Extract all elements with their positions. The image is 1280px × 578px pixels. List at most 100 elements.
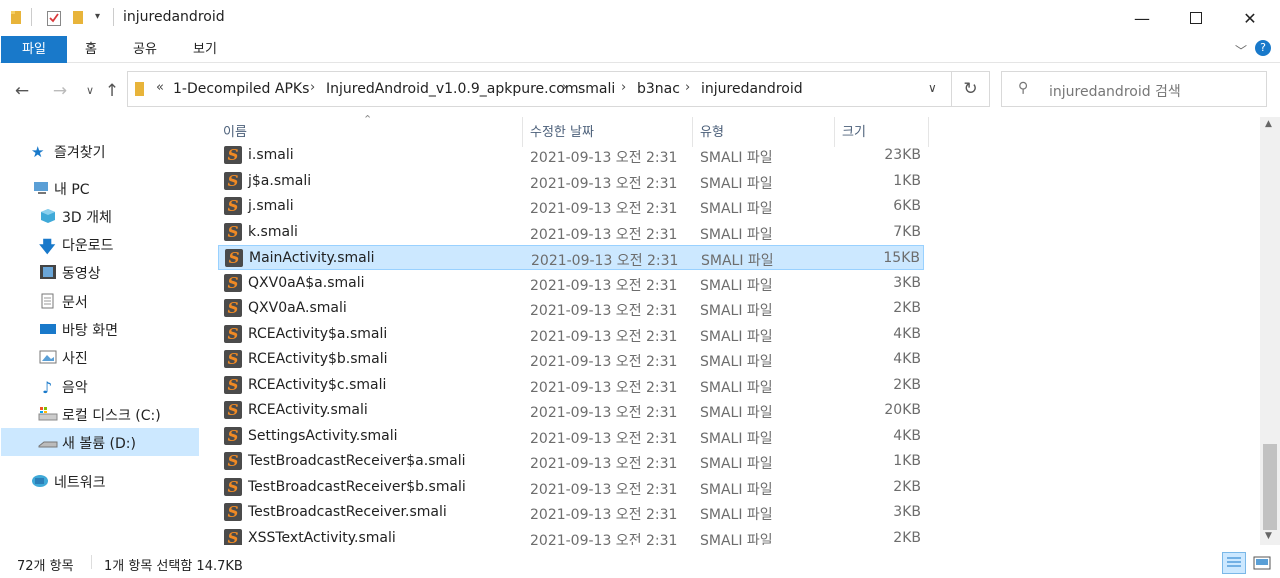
smali-file-icon: S — [224, 452, 242, 470]
scrollbar-thumb[interactable] — [1263, 444, 1277, 530]
network-icon — [31, 473, 49, 489]
download-icon: 🡇 — [39, 237, 56, 256]
help-icon[interactable]: ? — [1255, 40, 1271, 56]
chevron-right-icon[interactable]: › — [310, 80, 315, 95]
sidebar-item-label: 동영상 — [62, 266, 101, 282]
sidebar-item-quick-access[interactable]: ★ 즐겨찾기 — [0, 137, 198, 165]
address-dropdown-icon[interactable]: ∨ — [928, 81, 937, 95]
overflow-crumb[interactable]: « — [156, 80, 164, 95]
vertical-scrollbar[interactable]: ▲ ▼ — [1260, 117, 1280, 545]
sidebar-item-this-pc[interactable]: 내 PC — [0, 174, 198, 202]
chevron-right-icon[interactable]: › — [621, 80, 626, 95]
file-name: TestBroadcastReceiver$b.smali — [248, 478, 466, 495]
refresh-button[interactable]: ↻ — [952, 71, 990, 107]
sidebar-item-label: 내 PC — [54, 182, 90, 198]
sidebar-item-pictures[interactable]: 사진 — [0, 343, 198, 371]
sidebar-item-label: 즐겨찾기 — [54, 145, 106, 161]
cube-icon — [39, 208, 57, 224]
file-date: 2021-09-13 오전 2:31 — [530, 328, 678, 345]
file-date: 2021-09-13 오전 2:31 — [531, 253, 679, 269]
search-box[interactable]: ⚲ injuredandroid 검색 — [1001, 71, 1267, 107]
chevron-down-icon: ∨ — [85, 84, 95, 97]
file-row[interactable]: Sj.smali 2021-09-13 오전 2:31 SMALI 파일 6KB — [218, 194, 924, 219]
breadcrumb-item[interactable]: injuredandroid — [701, 81, 803, 97]
file-row[interactable]: S TestBroadcastReceiver$a.smali 2021-09-13… — [218, 449, 924, 474]
smali-file-icon: S — [224, 197, 242, 215]
close-button[interactable]: ✕ — [1222, 0, 1278, 36]
sidebar-item-downloads[interactable]: 🡇 다운로드 — [0, 230, 198, 258]
sidebar-item-desktop[interactable]: 바탕 화면 — [0, 315, 198, 343]
scroll-up-icon[interactable]: ▲ — [1265, 119, 1272, 129]
search-input[interactable]: injuredandroid 검색 — [1049, 81, 1181, 101]
scroll-down-icon[interactable]: ▼ — [1265, 531, 1272, 541]
back-button[interactable]: ← — [10, 79, 34, 103]
chevron-right-icon[interactable]: › — [685, 80, 690, 95]
smali-file-icon: S — [224, 324, 242, 343]
forward-button[interactable]: → — [48, 79, 72, 103]
file-size: 2KB — [893, 529, 921, 546]
arrow-up-icon: ↑ — [104, 81, 120, 101]
minimize-button[interactable]: — — [1114, 0, 1170, 36]
new-folder-icon[interactable] — [72, 9, 86, 29]
column-divider[interactable] — [928, 117, 929, 147]
file-date: 2021-09-13 오전 2:31 — [530, 405, 678, 421]
sidebar-item-volume-d[interactable]: 새 볼륨 (D:) — [1, 428, 199, 456]
customize-quick-access-icon[interactable]: ▾ — [95, 11, 100, 22]
file-name: QXV0aA$a.smali — [248, 274, 365, 291]
file-row[interactable]: S RCEActivity$a.smali 2021-09-13 오전 2:31 SM… — [218, 322, 924, 347]
file-row[interactable]: Sj$a.smali 2021-09-13 오전 2:31 SMALI 파일 1KB — [218, 169, 924, 194]
details-view-button[interactable] — [1222, 552, 1246, 574]
file-row[interactable]: S TestBroadcastReceiver.smali 2021-09-13 오… — [218, 500, 924, 525]
document-icon — [40, 293, 58, 309]
smali-file-icon: S — [224, 528, 242, 547]
file-row[interactable]: S QXV0aA$a.smali 2021-09-13 오전 2:31 SMALI 파… — [218, 271, 924, 296]
sidebar-item-videos[interactable]: 동영상 — [0, 258, 198, 286]
file-row[interactable]: S MainActivity.smali 2021-09-13 오전 2:31 SMA… — [218, 245, 924, 270]
properties-icon[interactable] — [46, 9, 62, 31]
smali-file-icon: S — [224, 350, 242, 368]
sidebar-item-label: 네트워크 — [54, 475, 106, 491]
sidebar-item-documents[interactable]: 문서 — [0, 287, 198, 315]
recent-locations-button[interactable]: ∨ — [78, 79, 102, 103]
sidebar-item-music[interactable]: ♪ 음악 — [0, 372, 198, 400]
file-list: ⌃ 이름 수정한 날짜 유형 크기 Si.smali 2021-09-13 오전 … — [218, 113, 1260, 549]
arrow-right-icon: → — [52, 81, 68, 101]
breadcrumb-item[interactable]: 1-Decompiled APKs — [173, 81, 309, 97]
title-separator — [113, 8, 114, 26]
expand-ribbon-icon[interactable]: ﹀ — [1235, 42, 1247, 59]
breadcrumb-item[interactable]: InjuredAndroid_v1.0.9_apkpure.com — [326, 81, 579, 97]
file-row[interactable]: Si.smali 2021-09-13 오전 2:31 SMALI 파일 23KB — [218, 143, 924, 168]
smali-file-icon: S — [224, 273, 242, 292]
breadcrumb-item[interactable]: smali — [578, 81, 615, 97]
tab-share[interactable]: 공유 — [126, 36, 164, 63]
sidebar-item-3d-objects[interactable]: 3D 개체 — [0, 202, 198, 230]
file-row[interactable]: Sk.smali 2021-09-13 오전 2:31 SMALI 파일 7KB — [218, 220, 924, 245]
file-row[interactable]: S QXV0aA.smali 2021-09-13 오전 2:31 SMALI 파일 2… — [218, 296, 924, 321]
large-icons-view-button[interactable] — [1252, 553, 1272, 573]
tab-view[interactable]: 보기 — [186, 36, 224, 63]
file-type: SMALI 파일 — [700, 379, 773, 396]
file-row[interactable]: S RCEActivity.smali 2021-09-13 오전 2:31 SMAL… — [218, 398, 924, 423]
arrow-left-icon: ← — [14, 81, 30, 101]
file-size: 1KB — [893, 453, 921, 469]
file-date: 2021-09-13 오전 2:31 — [530, 277, 678, 294]
sidebar-item-network[interactable]: 네트워크 — [0, 467, 198, 495]
sidebar-item-label: 새 볼륨 (D:) — [62, 436, 136, 452]
address-bar[interactable]: « 1-Decompiled APKs › InjuredAndroid_v1.… — [127, 71, 952, 107]
file-row[interactable]: S RCEActivity$b.smali 2021-09-13 오전 2:31 SM… — [218, 347, 924, 372]
tab-file[interactable]: 파일 — [1, 36, 67, 63]
tab-home[interactable]: 홈 — [76, 36, 106, 63]
file-row[interactable]: S TestBroadcastReceiver$b.smali 2021-09-13… — [218, 475, 924, 500]
breadcrumb-item[interactable]: b3nac — [637, 81, 680, 97]
file-row[interactable]: S RCEActivity$c.smali 2021-09-13 오전 2:31 SM… — [218, 373, 924, 398]
file-size: 7KB — [893, 223, 921, 240]
file-date: 2021-09-13 오전 2:31 — [530, 481, 678, 498]
file-name: j.smali — [248, 198, 294, 214]
maximize-button[interactable] — [1168, 0, 1224, 36]
up-button[interactable]: ↑ — [100, 79, 124, 103]
file-name: SettingsActivity.smali — [248, 427, 398, 444]
drive-icon — [38, 406, 58, 422]
chevron-right-icon[interactable]: › — [562, 80, 567, 95]
file-row[interactable]: S SettingsActivity.smali 2021-09-13 오전 2:3… — [218, 424, 924, 449]
sidebar-item-local-disk-c[interactable]: 로컬 디스크 (C:) — [0, 400, 198, 428]
